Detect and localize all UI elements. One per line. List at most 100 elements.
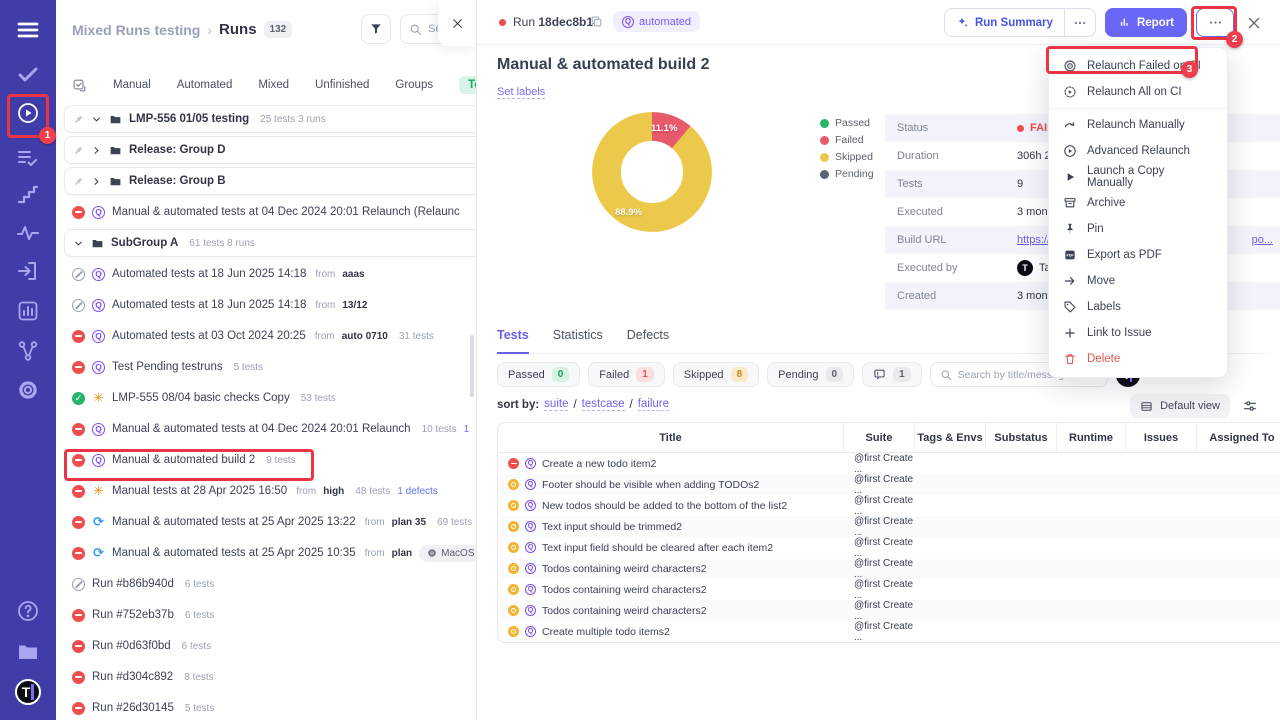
run-summary-button[interactable]: Run Summary [944,8,1096,37]
select-runs-icon[interactable] [72,78,87,93]
column-settings-icon[interactable] [1242,398,1258,414]
sort-by-suite[interactable]: suite [544,398,568,411]
test-row[interactable]: QCreate a new todo item2@first Create ..… [498,453,1280,474]
chevron-right-icon[interactable] [91,176,102,187]
test-row[interactable]: QCreate multiple todo items2@first Creat… [498,621,1280,642]
runs-tab-manual[interactable]: Manual [113,79,151,91]
breadcrumb-section[interactable]: Runs [219,21,257,38]
column-header-issues[interactable]: Issues [1126,423,1197,452]
menu-item-relaunch-manually[interactable]: Relaunch Manually [1049,112,1227,138]
run-row[interactable]: ✳Manual tests at 28 Apr 2025 16:50fromhi… [64,477,477,505]
sidebar-avatar[interactable]: T [15,679,41,705]
run-row[interactable]: Run #752eb37b6 tests [64,601,477,629]
run-row[interactable]: QManual & automated tests at 04 Dec 2024… [64,198,477,226]
run-meta: 6 tests [185,610,214,621]
run-row[interactable]: QAutomated tests at 18 Jun 2025 14:18fro… [64,260,477,288]
info-value[interactable]: https:// [1017,234,1050,246]
sidebar-item-check[interactable] [16,62,40,86]
run-row[interactable]: ⟳Manual & automated tests at 25 Apr 2025… [64,508,477,536]
test-row[interactable]: QTodos containing weird characters2@firs… [498,558,1280,579]
runs-tab-mixed[interactable]: Mixed [258,79,289,91]
menu-item-export-as-pdf[interactable]: PDFExport as PDF [1049,242,1227,268]
sidebar-item-play-circle[interactable] [16,101,40,125]
comments-chip[interactable]: 1 [862,362,922,387]
menu-item-pin[interactable]: Pin [1049,216,1227,242]
run-row[interactable]: QManual & automated tests at 04 Dec 2024… [64,415,477,443]
filter-chip-failed[interactable]: Failed1 [588,362,665,387]
breadcrumb-project[interactable]: Mixed Runs testing [72,22,200,38]
run-row[interactable]: ⟳Manual & automated tests at 25 Apr 2025… [64,539,477,567]
sidebar-item-branch[interactable] [16,339,40,363]
column-header-suite[interactable]: Suite [844,423,915,452]
sidebar-item-pulse[interactable] [16,221,40,245]
column-header-assigned-to[interactable]: Assigned To [1197,423,1280,452]
sidebar-item-gear[interactable] [16,378,40,402]
column-header-runtime[interactable]: Runtime [1057,423,1126,452]
tab-statistics[interactable]: Statistics [553,328,603,344]
sort-by-testcase[interactable]: testcase [582,398,625,411]
test-row[interactable]: QTodos containing weird characters2@firs… [498,600,1280,621]
runs-tab-automated[interactable]: Automated [177,79,233,91]
close-detail-icon[interactable] [1246,15,1262,31]
panel-close-button[interactable] [438,0,476,46]
runs-tab-to[interactable]: To [459,76,477,94]
group-row[interactable]: LMP-556 01/05 testing25 tests 3 runs [64,105,477,133]
sort-by-failure[interactable]: failure [638,398,669,411]
sidebar-item-steps[interactable] [16,184,40,208]
chevron-down-icon[interactable] [91,114,102,125]
menu-item-archive[interactable]: Archive [1049,190,1227,216]
test-row[interactable]: QTodos containing weird characters2@firs… [498,579,1280,600]
test-row[interactable]: QText input field should be cleared afte… [498,537,1280,558]
menu-item-link-to-issue[interactable]: Link to Issue [1049,320,1227,346]
test-row[interactable]: QFooter should be visible when adding TO… [498,474,1280,495]
chevron-right-icon[interactable] [91,145,102,156]
menu-item-delete[interactable]: Delete [1049,346,1227,372]
run-row[interactable]: Run #26d301455 tests [64,694,477,720]
column-header-title[interactable]: Title [498,423,844,452]
menu-item-labels[interactable]: Labels [1049,294,1227,320]
runs-tab-unfinished[interactable]: Unfinished [315,79,369,91]
filter-chip-skipped[interactable]: Skipped8 [673,362,759,387]
group-row[interactable]: Release: Group D [64,136,477,164]
runs-tab-groups[interactable]: Groups [395,79,433,91]
sidebar-item-list-check[interactable] [16,146,40,170]
run-row[interactable]: QAutomated tests at 18 Jun 2025 14:18fro… [64,291,477,319]
report-button[interactable]: Report [1105,8,1187,37]
tab-defects[interactable]: Defects [627,328,669,344]
menu-item-move[interactable]: Move [1049,268,1227,294]
group-row[interactable]: Release: Group B [64,167,477,195]
sidebar-item-menu[interactable] [16,18,40,42]
default-view-button[interactable]: Default view [1130,394,1230,418]
copy-run-id-icon[interactable] [590,15,603,28]
sidebar-item-import[interactable] [16,259,40,283]
filter-chip-passed[interactable]: Passed0 [497,362,580,387]
sidebar-item-help[interactable] [16,599,40,623]
run-row[interactable]: QManual & automated build 29 tests [64,446,477,474]
menu-item-advanced-relaunch[interactable]: Advanced Relaunch [1049,138,1227,164]
sidebar-item-folder[interactable] [16,640,40,664]
column-header-substatus[interactable]: Substatus [986,423,1057,452]
filter-chip-pending[interactable]: Pending0 [767,362,854,387]
run-row[interactable]: Run #d304c8928 tests [64,663,477,691]
test-row[interactable]: QNew todos should be added to the bottom… [498,495,1280,516]
group-row[interactable]: SubGroup A61 tests 8 runs [64,229,477,257]
menu-item-launch-a-copy-manually[interactable]: Launch a Copy Manually [1049,164,1227,190]
chevron-down-icon[interactable] [73,238,84,249]
run-type-badge[interactable]: Qautomated [613,11,700,32]
tab-tests[interactable]: Tests [497,328,529,344]
run-row[interactable]: ✳LMP-555 08/04 basic checks Copy53 tests [64,384,477,412]
test-row[interactable]: QText input should be trimmed2@first Cre… [498,516,1280,537]
run-row[interactable]: QAutomated tests at 03 Oct 2024 20:25fro… [64,322,477,350]
set-labels-link[interactable]: Set labels [497,86,545,99]
run-row[interactable]: Run #b86b940d6 tests [64,570,477,598]
build-url-tail[interactable]: po... [1252,234,1273,246]
run-summary-more-button[interactable] [1064,9,1095,36]
run-row[interactable]: Run #0d63f0bd6 tests [64,632,477,660]
run-row[interactable]: QTest Pending testruns5 tests [64,353,477,381]
sidebar-item-bar-chart[interactable] [16,299,40,323]
scrollbar-thumb[interactable] [470,335,474,397]
menu-item-relaunch-failed-on-ci[interactable]: Relaunch Failed on CI [1049,53,1227,79]
filter-button[interactable] [361,14,391,44]
menu-item-relaunch-all-on-ci[interactable]: Relaunch All on CI [1049,79,1227,105]
column-header-tags-envs[interactable]: Tags & Envs [915,423,986,452]
